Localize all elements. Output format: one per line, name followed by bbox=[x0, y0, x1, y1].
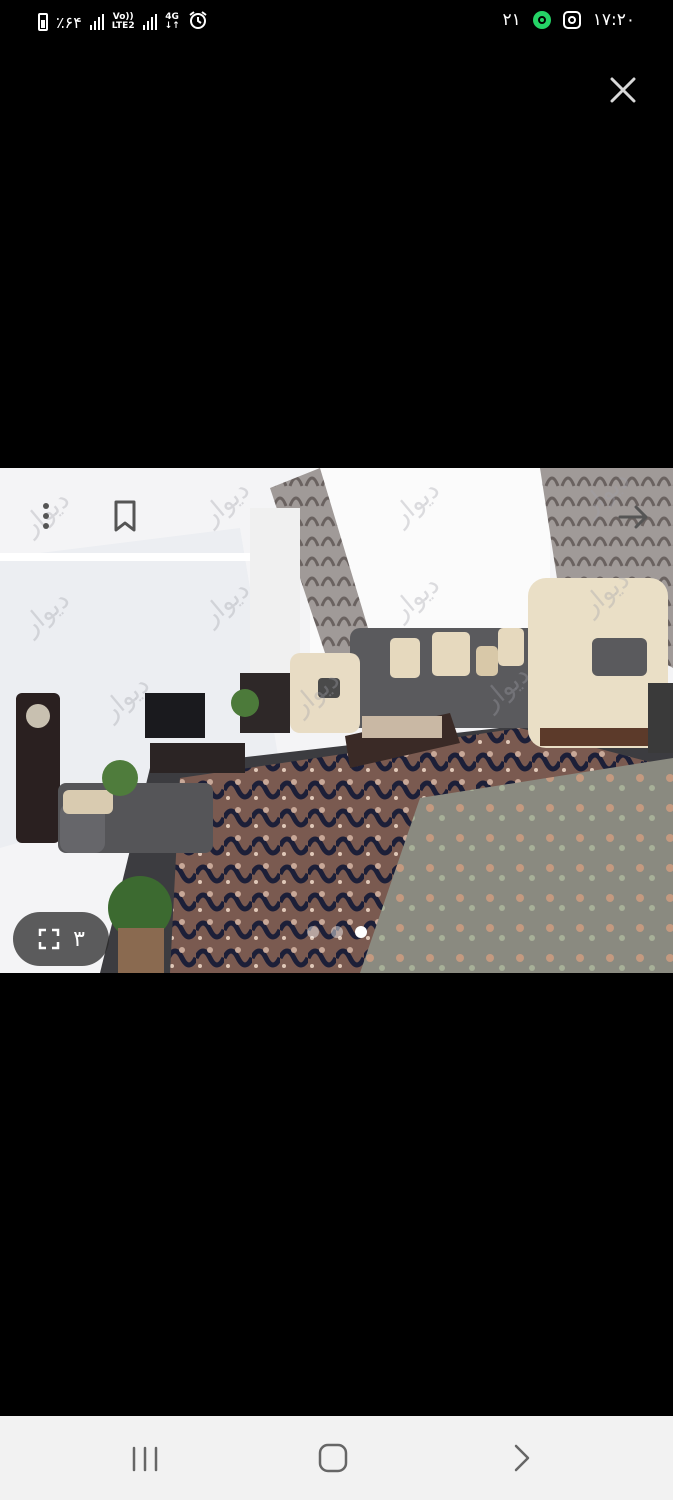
instagram-icon bbox=[562, 11, 581, 29]
pagination-dots bbox=[307, 926, 367, 938]
close-button[interactable] bbox=[603, 70, 643, 110]
signal-2-icon bbox=[142, 14, 157, 30]
notification-count: ۲۱ bbox=[502, 10, 521, 30]
next-image-button[interactable] bbox=[614, 500, 654, 534]
home-button[interactable] bbox=[303, 1436, 363, 1480]
page-dot[interactable] bbox=[331, 926, 343, 938]
page-dot-active[interactable] bbox=[355, 926, 367, 938]
close-icon bbox=[610, 77, 636, 103]
volte-indicator: Vo)) LTE2 bbox=[112, 13, 135, 31]
image-count: ۳ bbox=[73, 926, 85, 952]
clock: ۱۷:۲۰ bbox=[592, 10, 635, 30]
living-room-image bbox=[0, 468, 673, 973]
status-left: ٪۶۴ Vo)) LTE2 4G ↓↑ bbox=[38, 10, 208, 34]
recent-apps-button[interactable] bbox=[115, 1436, 175, 1480]
battery-level: ٪۶۴ bbox=[56, 12, 82, 32]
recent-apps-icon bbox=[132, 1446, 158, 1472]
back-icon bbox=[514, 1444, 530, 1472]
signal-1-icon bbox=[89, 14, 104, 30]
arrow-right-icon bbox=[618, 505, 648, 529]
network-indicator: 4G ↓↑ bbox=[164, 12, 180, 31]
alarm-icon bbox=[188, 10, 208, 34]
page-dot[interactable] bbox=[307, 926, 319, 938]
home-icon bbox=[318, 1443, 348, 1473]
back-button[interactable] bbox=[492, 1436, 552, 1480]
status-right: ۲۱ ۱۷:۲۰ bbox=[502, 10, 635, 30]
fullscreen-button[interactable]: ۳ bbox=[13, 912, 109, 966]
whatsapp-icon bbox=[532, 11, 551, 29]
more-options-button[interactable] bbox=[30, 498, 62, 534]
battery-icon bbox=[38, 13, 48, 31]
fullscreen-icon bbox=[38, 928, 60, 950]
listing-photo[interactable]: دیوار دیوار دیوار دیوار دیوار دیوار دیوا… bbox=[0, 468, 673, 973]
bookmark-button[interactable] bbox=[108, 498, 142, 534]
lte-label: LTE2 bbox=[111, 21, 135, 31]
bookmark-icon bbox=[114, 500, 136, 532]
network-label: 4G bbox=[165, 12, 179, 22]
status-bar: ٪۶۴ Vo)) LTE2 4G ↓↑ ۲۱ ۱۷:۲۰ bbox=[0, 0, 673, 46]
more-vertical-icon bbox=[43, 503, 49, 529]
system-nav-bar bbox=[0, 1416, 673, 1500]
